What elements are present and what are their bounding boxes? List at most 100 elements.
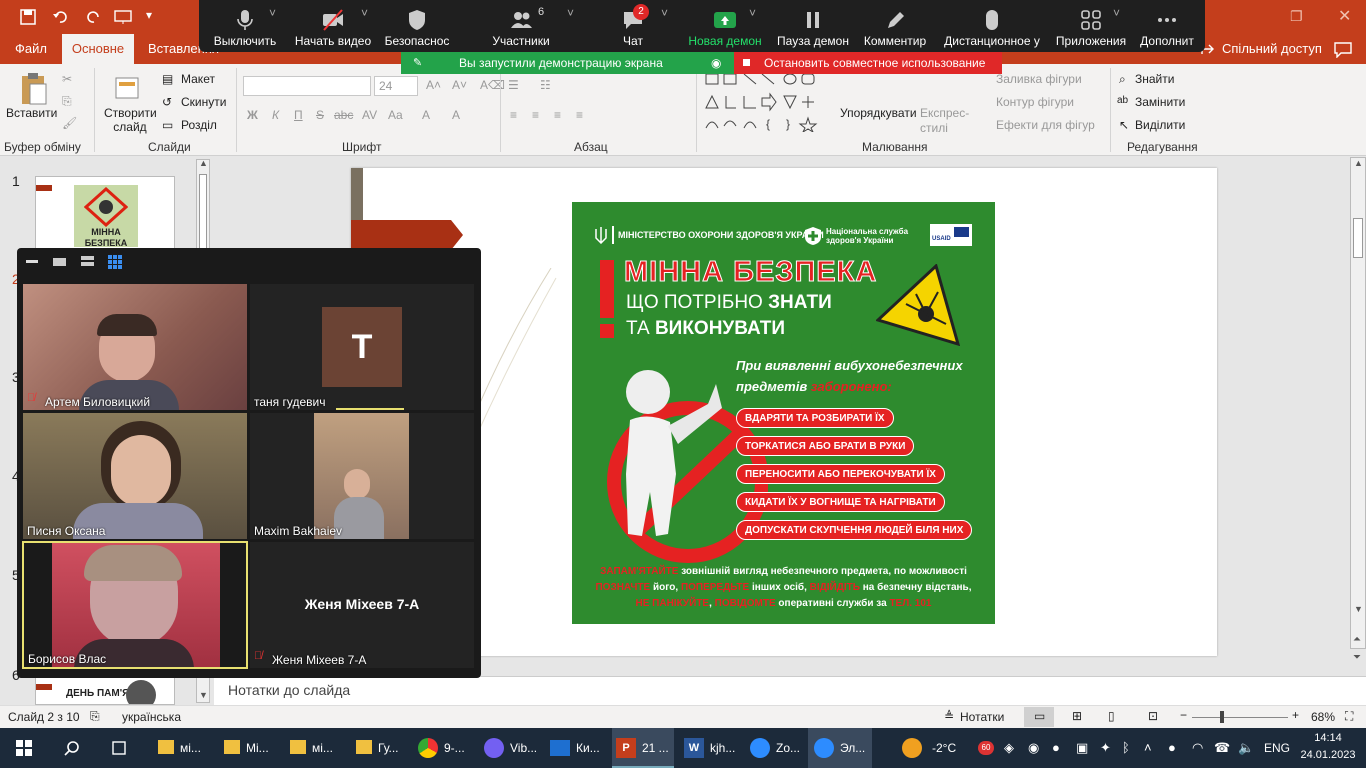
tray-bluetooth-icon[interactable]: ✦ (1100, 728, 1111, 768)
sorter-view-icon[interactable]: ⊞ (1072, 709, 1082, 723)
participant-tile[interactable]: Писня Оксана (23, 413, 247, 539)
undo-icon[interactable] (52, 9, 68, 25)
speaker-view-icon[interactable] (53, 258, 66, 266)
scroll-up-icon[interactable]: ▲ (199, 158, 208, 168)
scroll-down-icon[interactable]: ▼ (199, 690, 208, 700)
shapes-gallery[interactable]: {} (704, 72, 822, 132)
pause-share-button[interactable]: Пауза демон (775, 0, 851, 52)
copy-icon[interactable]: ⎘ (62, 94, 72, 109)
weather-icon[interactable] (902, 738, 922, 758)
font-size-input[interactable]: 24 (374, 76, 418, 96)
fit-slide-icon[interactable]: ⛶ (1345, 709, 1353, 724)
video-chevron-icon[interactable]: ˅ (361, 6, 368, 20)
zoom-slider[interactable] (1192, 717, 1288, 718)
bullets-icon[interactable]: ☰ (508, 78, 519, 92)
zoom-gallery-window[interactable]: 🎙̸ Артем Биловицкий Т таня гудевич Писня… (17, 248, 481, 678)
tab-home[interactable]: Основне (62, 34, 134, 64)
taskbar-item[interactable]: мі... (284, 728, 340, 768)
slide-thumbnail-6[interactable]: ДЕНЬ ПАМ'ЯТІ (35, 675, 175, 705)
prev-slide-icon[interactable]: ⏶ (1353, 634, 1361, 645)
clock-date[interactable]: 24.01.2023 (1298, 749, 1358, 761)
zoom-in-icon[interactable]: + (1292, 708, 1299, 722)
present-icon[interactable] (114, 9, 132, 25)
viber-tray-icon[interactable]: ☎ (1214, 728, 1230, 768)
share-chevron-icon[interactable]: ˅ (749, 6, 756, 20)
pin-icon[interactable]: ✎ (413, 52, 422, 74)
chat-chevron-icon[interactable]: ˅ (661, 6, 668, 20)
align-right-icon[interactable]: ≡ (554, 108, 561, 122)
shape-outline-button[interactable]: Контур фігури (996, 95, 1074, 109)
tray-app-icon[interactable]: ◈ (1004, 728, 1014, 768)
comments-icon[interactable] (1334, 42, 1352, 58)
participant-tile[interactable]: Maxim Bakhaiev (250, 413, 474, 539)
notes-pane[interactable]: Нотатки до слайда (214, 676, 1366, 705)
bluetooth-icon[interactable]: ᛒ (1122, 728, 1130, 768)
underline-icon[interactable]: П (294, 108, 303, 122)
taskbar-item[interactable]: Zo... (746, 728, 804, 768)
new-slide-button[interactable]: Створити слайд (104, 106, 157, 134)
strip-view-icon[interactable] (81, 256, 94, 266)
participant-tile[interactable]: 🎙̸ Артем Биловицкий (23, 284, 247, 410)
notes-toggle[interactable]: Нотатки (960, 710, 1004, 724)
participants-chevron-icon[interactable]: ˅ (567, 6, 574, 20)
layout-icon[interactable]: ▤ (162, 72, 173, 86)
spacing-icon[interactable]: AV (362, 108, 377, 122)
restore-icon[interactable]: ❐ (1290, 8, 1303, 25)
taskbar-item[interactable]: Мі... (218, 728, 274, 768)
shadow-icon[interactable]: S (316, 108, 324, 122)
volume-icon[interactable]: 🔈 (1238, 728, 1254, 768)
zoom-level[interactable]: 68% (1311, 710, 1335, 724)
language-indicator[interactable]: українська (122, 710, 181, 724)
clear-format-icon[interactable]: A⌫ (480, 78, 505, 92)
shape-effects-button[interactable]: Ефекти для фігур (996, 118, 1095, 132)
gallery-view-icon[interactable] (108, 255, 122, 269)
reset-button[interactable]: Скинути (181, 95, 226, 109)
quick-styles-button[interactable]: Експрес-стилі (920, 106, 970, 136)
taskbar-item[interactable]: Эл... (808, 728, 872, 768)
clock-time[interactable]: 14:14 (1300, 732, 1356, 744)
replace-button[interactable]: Замінити (1135, 95, 1185, 109)
replace-icon[interactable]: ab (1117, 95, 1128, 106)
italic-icon[interactable]: К (272, 108, 279, 122)
stop-share-button[interactable]: Остановить совместное использование (734, 52, 1002, 74)
redo-icon[interactable] (86, 9, 102, 25)
highlight-icon[interactable]: A (422, 108, 430, 122)
shape-fill-button[interactable]: Заливка фігури (996, 72, 1082, 86)
participant-tile-active[interactable]: Борисов Влас (22, 541, 248, 669)
shrink-font-icon[interactable]: A˅ (452, 78, 467, 92)
spellcheck-icon[interactable]: ⎘ (90, 709, 100, 724)
layout-button[interactable]: Макет (181, 72, 215, 86)
new-slide-icon[interactable] (114, 72, 140, 102)
paste-button[interactable]: Вставити (6, 106, 57, 120)
customize-qat-icon[interactable]: ▾ (146, 8, 152, 22)
scroll-up-icon[interactable]: ▲ (1354, 158, 1363, 168)
tray-terminal-icon[interactable]: ▣ (1076, 728, 1088, 768)
cut-icon[interactable]: ✂ (62, 72, 72, 86)
tray-zoom-icon[interactable]: ● (1168, 728, 1176, 768)
taskbar-item[interactable]: 9-... (414, 728, 472, 768)
save-icon[interactable] (20, 9, 36, 25)
select-button[interactable]: Виділити (1135, 118, 1185, 132)
next-slide-icon[interactable]: ⏷ (1353, 652, 1361, 663)
weather-temp[interactable]: -2°C (932, 728, 956, 768)
wifi-icon[interactable]: ◠ (1192, 728, 1203, 768)
slideshow-icon[interactable]: ⊡ (1148, 709, 1158, 723)
tray-chevron-icon[interactable]: ˄ (1144, 728, 1152, 768)
tray-video-icon[interactable]: ◉ (1028, 728, 1039, 768)
search-icon[interactable] (64, 740, 80, 756)
section-icon[interactable]: ▭ (162, 118, 173, 132)
paste-icon[interactable] (18, 72, 48, 106)
slide-thumbnail-1[interactable]: МІННА БЕЗПЕКА (35, 176, 175, 256)
tray-badge[interactable]: 60 (978, 741, 994, 755)
zoom-slider-thumb[interactable] (1220, 711, 1224, 723)
share-button[interactable]: Спільний доступ (1214, 34, 1330, 64)
security-button[interactable]: Безопаснос (379, 0, 455, 52)
find-icon[interactable]: ⌕ (1119, 72, 1126, 87)
arrange-button[interactable]: Упорядкувати (840, 106, 917, 120)
align-left-icon[interactable]: ≡ (510, 108, 517, 122)
taskbar-item[interactable]: мі... (152, 728, 208, 768)
more-button[interactable]: Дополнит (1129, 0, 1205, 52)
select-icon[interactable]: ↖ (1119, 118, 1129, 132)
apps-chevron-icon[interactable]: ˅ (1113, 6, 1120, 20)
align-center-icon[interactable]: ≡ (532, 108, 539, 122)
